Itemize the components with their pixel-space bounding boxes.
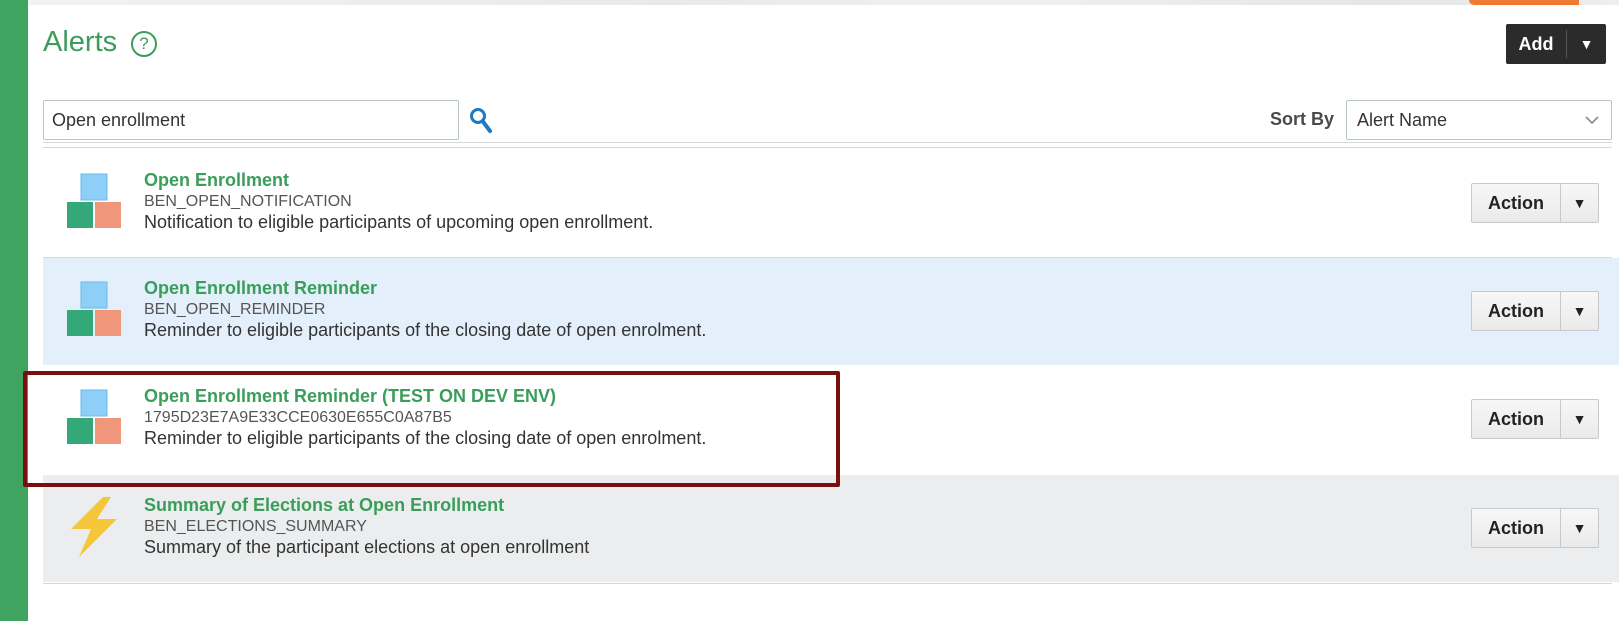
alert-code: BEN_OPEN_REMINDER: [144, 301, 326, 318]
alert-code: BEN_OPEN_NOTIFICATION: [144, 193, 352, 210]
sort-by-label: Sort By: [1270, 109, 1335, 129]
lightning-bolt-icon: [71, 497, 117, 557]
add-button-label[interactable]: Add: [1506, 24, 1566, 64]
action-button[interactable]: Action ▼: [1471, 183, 1599, 223]
action-button-label[interactable]: Action: [1472, 400, 1560, 438]
top-banner-accent: [1469, 0, 1579, 5]
alert-details: Open Enrollment Reminder BEN_OPEN_REMIND…: [144, 278, 706, 341]
add-button[interactable]: Add ▼: [1506, 24, 1606, 64]
list-bottom-divider: [43, 583, 1612, 584]
help-icon[interactable]: ?: [131, 31, 157, 57]
chevron-down-icon: [1585, 116, 1599, 125]
action-button[interactable]: Action ▼: [1471, 291, 1599, 331]
alert-description: Reminder to eligible participants of the…: [144, 320, 707, 340]
action-dropdown-icon[interactable]: ▼: [1561, 292, 1598, 330]
search-icon[interactable]: [469, 107, 493, 135]
action-button-label[interactable]: Action: [1472, 184, 1560, 222]
action-button[interactable]: Action ▼: [1471, 508, 1599, 548]
list-top-divider: [43, 147, 1612, 148]
action-button[interactable]: Action ▼: [1471, 399, 1599, 439]
action-dropdown-icon[interactable]: ▼: [1561, 184, 1598, 222]
alert-name-link[interactable]: Open Enrollment: [144, 170, 653, 191]
left-accent-bar: [0, 0, 28, 621]
alert-code: BEN_ELECTIONS_SUMMARY: [144, 518, 367, 535]
action-dropdown-icon[interactable]: ▼: [1561, 400, 1598, 438]
alert-row[interactable]: Open Enrollment Reminder BEN_OPEN_REMIND…: [43, 258, 1619, 365]
action-button-label[interactable]: Action: [1472, 509, 1560, 547]
highlight-annotation-box: [23, 371, 840, 487]
action-button-label[interactable]: Action: [1472, 292, 1560, 330]
alert-description: Notification to eligible participants of…: [144, 212, 654, 232]
add-dropdown-icon[interactable]: ▼: [1567, 24, 1606, 64]
search-input[interactable]: [43, 100, 459, 140]
sort-by-select[interactable]: Alert Name: [1346, 100, 1612, 140]
alert-details: Open Enrollment BEN_OPEN_NOTIFICATION No…: [144, 170, 653, 233]
page-title: Alerts: [43, 26, 118, 58]
alert-description: Summary of the participant elections at …: [144, 537, 590, 557]
alert-name-link[interactable]: Open Enrollment Reminder: [144, 278, 706, 299]
toolbar-divider: [43, 142, 1612, 143]
blocks-icon: [67, 281, 121, 336]
blocks-icon: [67, 173, 121, 228]
alert-row[interactable]: Summary of Elections at Open Enrollment …: [43, 475, 1619, 582]
top-banner-strip: [28, 0, 1619, 5]
action-dropdown-icon[interactable]: ▼: [1561, 509, 1598, 547]
sort-by-value: Alert Name: [1357, 110, 1448, 130]
alert-details: Summary of Elections at Open Enrollment …: [144, 495, 589, 558]
alert-name-link[interactable]: Summary of Elections at Open Enrollment: [144, 495, 589, 516]
alert-row[interactable]: Open Enrollment BEN_OPEN_NOTIFICATION No…: [43, 150, 1619, 257]
